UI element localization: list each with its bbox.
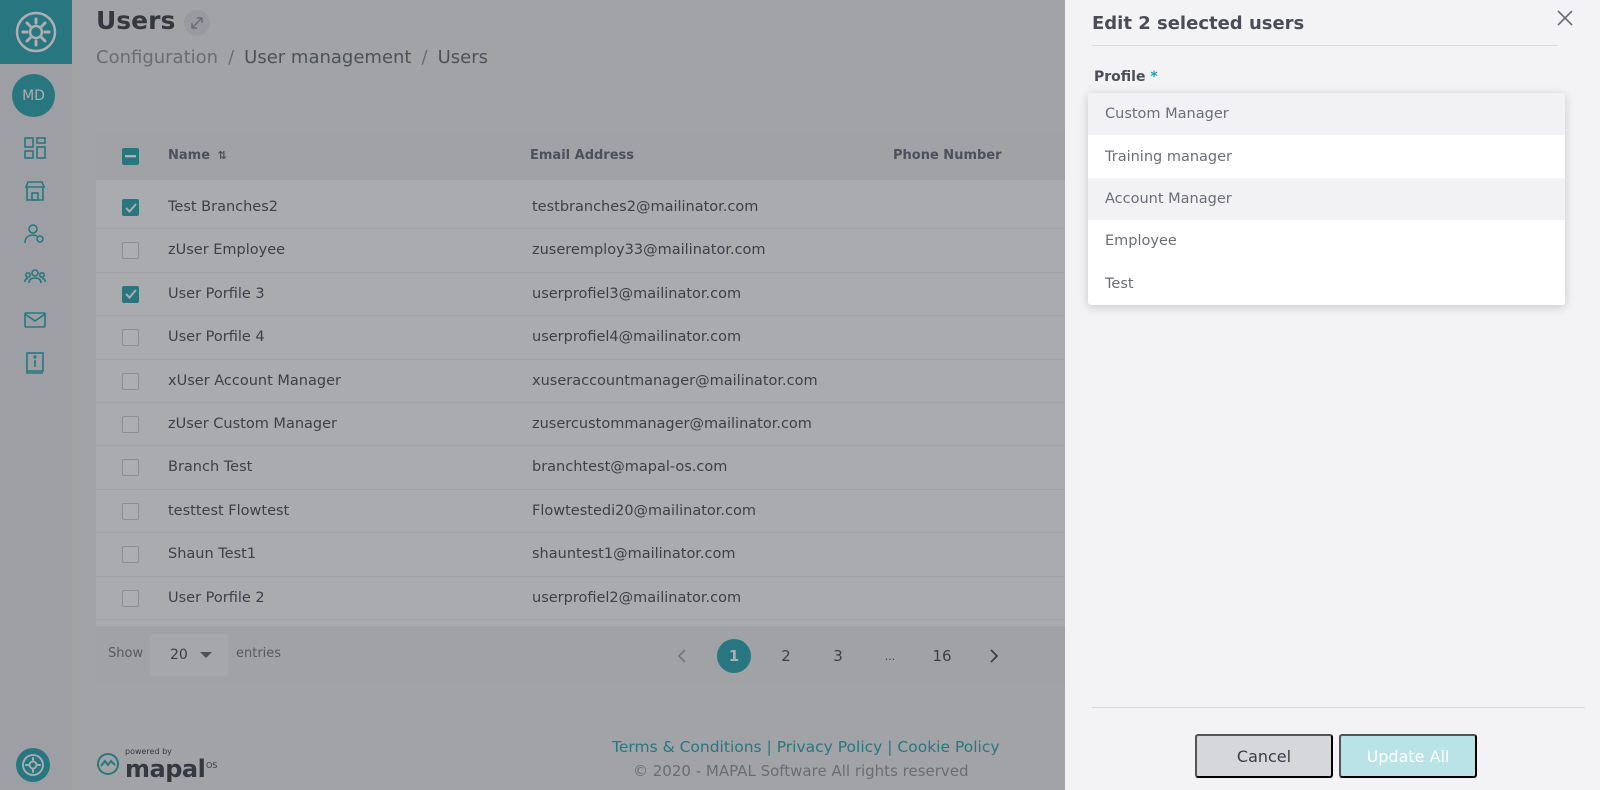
dropdown-option[interactable]: Employee: [1088, 220, 1565, 262]
required-marker: *: [1150, 69, 1158, 85]
divider: [1092, 707, 1585, 708]
update-all-button[interactable]: Update All: [1339, 734, 1477, 778]
divider: [1092, 45, 1558, 46]
profile-label-text: Profile: [1094, 69, 1146, 85]
dropdown-option[interactable]: Custom Manager: [1088, 93, 1565, 136]
profile-dropdown[interactable]: Custom Manager Training manager Account …: [1088, 93, 1565, 305]
close-icon: [1557, 10, 1573, 26]
modal-overlay[interactable]: [0, 0, 1065, 790]
profile-label: Profile *: [1094, 69, 1158, 85]
dropdown-option[interactable]: Training manager: [1088, 135, 1565, 177]
dropdown-option[interactable]: Account Manager: [1088, 177, 1565, 221]
edit-users-drawer: Edit 2 selected users Profile * Custom M…: [1065, 0, 1600, 790]
drawer-title: Edit 2 selected users: [1092, 13, 1305, 34]
close-button[interactable]: [1555, 8, 1575, 28]
dropdown-option[interactable]: Test: [1088, 263, 1565, 305]
cancel-button[interactable]: Cancel: [1195, 734, 1333, 778]
